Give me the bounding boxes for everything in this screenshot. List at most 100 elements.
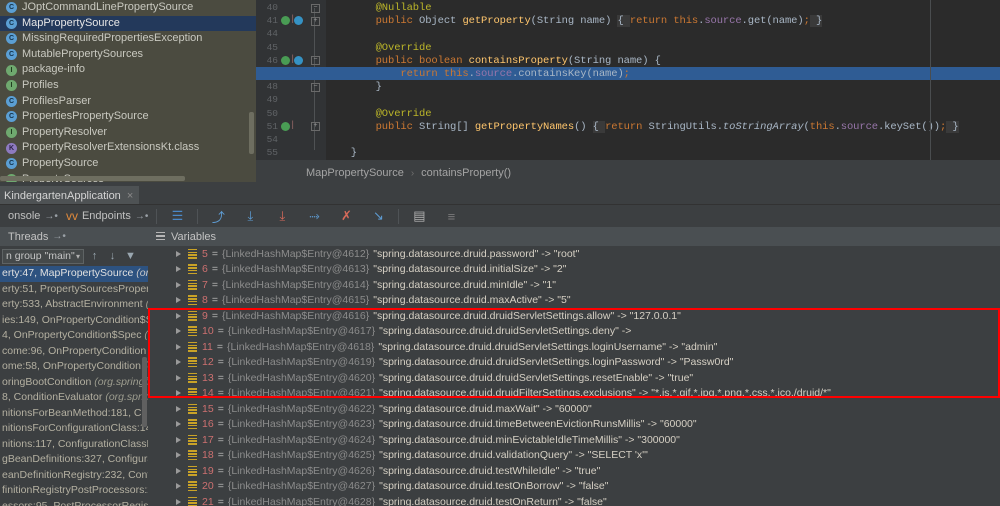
expand-triangle-icon[interactable] <box>176 483 181 489</box>
run-gutter-icon[interactable] <box>281 16 290 25</box>
variable-row[interactable]: 19={LinkedHashMap$Entry@4626}"spring.dat… <box>148 463 1000 479</box>
thread-selector-dropdown[interactable]: n group "main"…▾ <box>2 249 84 264</box>
code-line[interactable]: @Override <box>326 42 431 54</box>
variable-row[interactable]: 12={LinkedHashMap$Entry@4619}"spring.dat… <box>148 355 1000 371</box>
tree-item[interactable]: Ipackage-info <box>0 62 256 78</box>
frame-row[interactable]: erty:47, MapPropertySource (org.spr <box>0 266 148 282</box>
fold-collapse-icon[interactable]: − <box>311 56 320 65</box>
run-gutter-icon[interactable] <box>281 56 290 65</box>
frames-filter-icon[interactable]: ▼ <box>123 249 138 264</box>
tree-item[interactable]: CMissingRequiredPropertiesException <box>0 31 256 47</box>
code-line[interactable]: @Nullable <box>326 2 431 14</box>
frames-panel-header[interactable]: Threads →• <box>0 227 148 246</box>
variable-row[interactable]: 20={LinkedHashMap$Entry@4627}"spring.dat… <box>148 479 1000 495</box>
chevron-down-icon[interactable]: ▾ <box>76 252 80 261</box>
frame-row[interactable]: ome:58, OnPropertyCondition (org <box>0 359 148 375</box>
mute-breakpoints-icon[interactable]: ≡ <box>435 205 467 227</box>
tree-horizontal-scrollbar[interactable] <box>0 176 185 181</box>
run-gutter-icon[interactable] <box>281 122 290 131</box>
frames-list[interactable]: erty:47, MapPropertySource (org.sprerty:… <box>0 266 148 506</box>
frame-row[interactable]: finitionRegistryPostProcessors:275, <box>0 483 148 499</box>
code-line[interactable]: } <box>326 81 382 93</box>
expand-triangle-icon[interactable] <box>176 359 181 365</box>
frame-row[interactable]: oringBootCondition (org.springfram <box>0 375 148 391</box>
close-icon[interactable]: × <box>127 190 133 202</box>
expand-triangle-icon[interactable] <box>176 452 181 458</box>
endpoints-pin-icon[interactable]: →• <box>135 211 149 222</box>
expand-triangle-icon[interactable] <box>176 421 181 427</box>
frame-row[interactable]: nitionsForConfigurationClass:141, Cc <box>0 421 148 437</box>
expand-triangle-icon[interactable] <box>176 468 181 474</box>
expand-triangle-icon[interactable] <box>176 282 181 288</box>
fold-expand-icon[interactable]: + <box>311 17 320 26</box>
variable-row[interactable]: 18={LinkedHashMap$Entry@4625}"spring.dat… <box>148 448 1000 464</box>
frame-row[interactable]: erty:533, AbstractEnvironment (org.s <box>0 297 148 313</box>
expand-triangle-icon[interactable] <box>176 328 181 334</box>
fold-collapse-icon[interactable]: − <box>311 83 320 92</box>
frames-down-icon[interactable]: ↓ <box>105 249 120 264</box>
expand-triangle-icon[interactable] <box>176 297 181 303</box>
debug-tab-console[interactable]: onsole→• <box>0 205 62 227</box>
code-line[interactable]: @Override <box>326 108 431 120</box>
tree-item[interactable]: CMapPropertySource <box>0 16 256 32</box>
expand-triangle-icon[interactable] <box>176 344 181 350</box>
expand-triangle-icon[interactable] <box>176 406 181 412</box>
frame-row[interactable]: essors:95, PostProcessorRegistrat <box>0 499 148 506</box>
code-line[interactable]: } <box>326 147 357 159</box>
breadcrumb-method[interactable]: containsProperty() <box>421 167 511 179</box>
code-line[interactable]: public Object getProperty(String name) {… <box>326 15 822 27</box>
step-into-icon[interactable]: ⤓ <box>234 205 266 227</box>
editor-code-area[interactable]: @Nullablepublic Object getProperty(Strin… <box>326 0 1000 160</box>
tree-item[interactable]: CPropertySource <box>0 156 256 172</box>
show-execution-point-icon[interactable]: ☰ <box>161 205 193 227</box>
variable-row[interactable]: 21={LinkedHashMap$Entry@4628}"spring.dat… <box>148 494 1000 506</box>
expand-triangle-icon[interactable] <box>176 375 181 381</box>
frames-up-icon[interactable]: ↑ <box>87 249 102 264</box>
breakpoint-icon[interactable] <box>294 56 303 65</box>
variable-row[interactable]: 5={LinkedHashMap$Entry@4612}"spring.data… <box>148 246 1000 262</box>
force-step-into-icon[interactable]: ⤓ <box>266 205 298 227</box>
variable-row[interactable]: 16={LinkedHashMap$Entry@4623}"spring.dat… <box>148 417 1000 433</box>
run-tab-kindergartenapplication[interactable]: KindergartenApplication × <box>0 186 139 205</box>
tree-item[interactable]: CJOptCommandLinePropertySource <box>0 0 256 16</box>
expand-triangle-icon[interactable] <box>176 251 181 257</box>
variable-row[interactable]: 15={LinkedHashMap$Entry@4622}"spring.dat… <box>148 401 1000 417</box>
breakpoint-icon[interactable] <box>294 16 303 25</box>
variable-row[interactable]: 9={LinkedHashMap$Entry@4616}"spring.data… <box>148 308 1000 324</box>
variable-row[interactable]: 17={LinkedHashMap$Entry@4624}"spring.dat… <box>148 432 1000 448</box>
frame-row[interactable]: ies:149, OnPropertyCondition$Spec <box>0 313 148 329</box>
console-pin-icon[interactable]: →• <box>44 211 58 222</box>
frame-row[interactable]: nitions:117, ConfigurationClassBeanD <box>0 437 148 453</box>
variables-list[interactable]: 5={LinkedHashMap$Entry@4612}"spring.data… <box>148 246 1000 506</box>
frame-row[interactable]: eanDefinitionRegistry:232, Configura <box>0 468 148 484</box>
frame-row[interactable]: 8, ConditionEvaluator (org.springfra <box>0 390 148 406</box>
project-tree[interactable]: CJOptCommandLinePropertySourceCMapProper… <box>0 0 256 182</box>
debug-toolbar[interactable]: onsole→•ᴠᴠEndpoints→•☰⤴⤓⤓⤑✗↘▤≡ <box>0 205 1000 227</box>
run-to-cursor-icon[interactable]: ↘ <box>362 205 394 227</box>
tree-item[interactable]: CMutablePropertySources <box>0 47 256 63</box>
expand-triangle-icon[interactable] <box>176 499 181 505</box>
debug-tab-endpoints[interactable]: ᴠᴠEndpoints→• <box>62 205 152 227</box>
editor-gutter[interactable]: 40−41|+444546|−4748−495051|+545556 <box>256 0 326 160</box>
variable-row[interactable]: 13={LinkedHashMap$Entry@4620}"spring.dat… <box>148 370 1000 386</box>
variable-row[interactable]: 10={LinkedHashMap$Entry@4617}"spring.dat… <box>148 324 1000 340</box>
frame-row[interactable]: erty:51, PropertySourcesPropertyRes <box>0 282 148 298</box>
fold-expand-icon[interactable]: + <box>311 122 320 131</box>
tree-item[interactable]: IProfiles <box>0 78 256 94</box>
variables-panel[interactable]: Variables 5={LinkedHashMap$Entry@4612}"s… <box>148 227 1000 506</box>
variable-row[interactable]: 11={LinkedHashMap$Entry@4618}"spring.dat… <box>148 339 1000 355</box>
frames-scrollbar[interactable] <box>142 357 147 427</box>
code-line[interactable]: public boolean containsProperty(String n… <box>326 55 661 67</box>
evaluate-expression-icon[interactable]: ▤ <box>403 205 435 227</box>
frames-toolbar[interactable]: n group "main"…▾↑↓▼ <box>0 246 148 266</box>
step-out-icon[interactable]: ⤑ <box>298 205 330 227</box>
fold-collapse-icon[interactable]: − <box>311 4 320 13</box>
variable-row[interactable]: 6={LinkedHashMap$Entry@4613}"spring.data… <box>148 262 1000 278</box>
expand-triangle-icon[interactable] <box>176 313 181 319</box>
tree-item[interactable]: CProfilesParser <box>0 94 256 110</box>
drop-frame-icon[interactable]: ✗ <box>330 205 362 227</box>
expand-triangle-icon[interactable] <box>176 390 181 396</box>
tree-item[interactable]: KPropertyResolverExtensionsKt.class <box>0 140 256 156</box>
expand-triangle-icon[interactable] <box>176 266 181 272</box>
variable-row[interactable]: 7={LinkedHashMap$Entry@4614}"spring.data… <box>148 277 1000 293</box>
